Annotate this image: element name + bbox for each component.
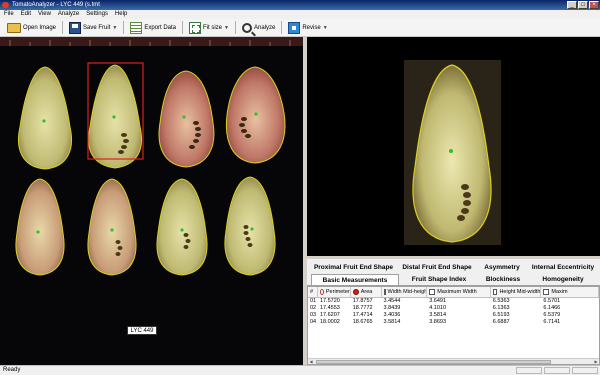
tab-asymmetry[interactable]: Asymmetry — [481, 262, 523, 273]
chevron-down-icon[interactable]: ▼ — [323, 25, 328, 31]
max-height-icon — [543, 289, 550, 295]
export-data-button[interactable]: Export Data — [127, 21, 179, 35]
analyze-label: Analyze — [253, 24, 276, 31]
column-area[interactable]: Area — [351, 287, 382, 297]
menu-view[interactable]: View — [38, 10, 51, 19]
status-cell — [516, 367, 542, 374]
magnifier-icon — [241, 22, 252, 33]
close-button[interactable]: × — [589, 1, 599, 9]
fit-size-icon — [189, 21, 202, 34]
width-icon — [383, 289, 386, 295]
scrollbar-thumb[interactable] — [316, 360, 551, 364]
fruit-preview-pane — [307, 37, 600, 256]
height-icon — [492, 289, 498, 295]
fruit-preview — [404, 60, 501, 245]
open-image-label: Open Image — [23, 24, 57, 31]
menu-help[interactable]: Help — [115, 10, 127, 19]
menu-analyze[interactable]: Analyze — [58, 10, 79, 19]
tab-proximal-fruit-end-shape[interactable]: Proximal Fruit End Shape — [311, 262, 396, 273]
tab-basic-measurements[interactable]: Basic Measurements — [311, 274, 399, 285]
column-maximum-height[interactable]: Maxim — [541, 287, 599, 297]
menu-settings[interactable]: Settings — [86, 10, 108, 19]
column-maximum-width[interactable]: Maximum Width — [427, 287, 491, 297]
maximize-button[interactable]: □ — [578, 1, 588, 9]
measurement-tabs: Proximal Fruit End Shape Distal Fruit En… — [307, 259, 600, 286]
toolbar-separator — [62, 21, 64, 34]
column-perimeter[interactable]: Perimeter — [318, 287, 351, 297]
fit-size-label: Fit size — [203, 24, 223, 31]
revise-label: Revise — [302, 24, 321, 31]
minimize-button[interactable]: _ — [567, 1, 577, 9]
measurements-table: # Perimeter Area Width Mid-height Maximu… — [307, 286, 600, 365]
scan-image[interactable] — [0, 37, 303, 365]
tab-blockiness[interactable]: Blockiness — [481, 274, 525, 285]
app-icon — [2, 2, 9, 8]
table-row[interactable]: 02 17.4553 18.7772 3.8439 4.1010 6.1363 6.1466 — [308, 305, 599, 312]
status-text: Ready — [3, 367, 21, 373]
folder-icon — [7, 22, 21, 33]
centroid-marker — [449, 149, 453, 153]
window-title: TomatoAnalyzer - LYC 449 (s.tmt — [12, 2, 100, 8]
save-fruit-button[interactable]: Save Fruit ▼ — [66, 21, 120, 35]
sample-label: LYC 449 — [127, 326, 157, 335]
toolbar: Open Image Save Fruit ▼ Export Data Fit … — [0, 19, 600, 37]
toolbar-separator — [281, 21, 283, 34]
status-bar: Ready — [0, 365, 600, 375]
table-row[interactable]: 01 17.5720 17.8757 3.4544 3.6491 6.5363 6.5701 — [308, 298, 599, 305]
table-row[interactable]: 03 17.6207 17.4714 3.4036 3.5814 6.5193 6.5379 — [308, 312, 599, 319]
area-icon — [352, 289, 359, 295]
column-width-mid-height[interactable]: Width Mid-height — [382, 287, 428, 297]
save-icon — [69, 21, 82, 34]
status-cell — [572, 367, 598, 374]
tab-homogeneity[interactable]: Homogeneity — [529, 274, 597, 285]
perimeter-icon — [319, 289, 324, 295]
column-height-mid-width[interactable]: Height Mid-width — [491, 287, 542, 297]
tab-fruit-shape-index[interactable]: Fruit Shape Index — [403, 274, 475, 285]
open-image-button[interactable]: Open Image — [4, 21, 59, 35]
max-width-icon — [429, 289, 436, 295]
status-cell — [544, 367, 570, 374]
menu-bar: File Edit View Analyze Settings Help — [0, 10, 600, 19]
fit-size-button[interactable]: Fit size ▼ — [186, 21, 232, 35]
horizontal-scrollbar[interactable]: ◀ ▶ — [308, 358, 599, 364]
export-icon — [130, 21, 143, 34]
chevron-down-icon[interactable]: ▼ — [112, 25, 117, 31]
column-index[interactable]: # — [308, 287, 318, 297]
title-bar: TomatoAnalyzer - LYC 449 (s.tmt _ □ × — [0, 0, 600, 10]
table-header: # Perimeter Area Width Mid-height Maximu… — [308, 287, 599, 298]
revise-button[interactable]: Revise ▼ — [285, 21, 330, 35]
menu-file[interactable]: File — [4, 10, 14, 19]
scan-image-pane[interactable]: LYC 449 — [0, 37, 303, 365]
toolbar-separator — [182, 21, 184, 34]
save-fruit-label: Save Fruit — [83, 24, 111, 31]
tab-distal-fruit-end-shape[interactable]: Distal Fruit End Shape — [401, 262, 473, 273]
export-data-label: Export Data — [144, 24, 177, 31]
toolbar-separator — [123, 21, 125, 34]
chevron-down-icon[interactable]: ▼ — [224, 25, 229, 31]
revise-icon — [288, 21, 301, 34]
menu-edit[interactable]: Edit — [21, 10, 31, 19]
tab-internal-eccentricity[interactable]: Internal Eccentricity — [529, 262, 597, 273]
analyze-button[interactable]: Analyze — [239, 21, 278, 35]
ruler-strip — [0, 37, 303, 46]
table-row[interactable]: 04 18.0002 18.6765 3.5814 3.8693 6.6887 6.7141 — [308, 319, 599, 326]
toolbar-separator — [234, 21, 236, 34]
